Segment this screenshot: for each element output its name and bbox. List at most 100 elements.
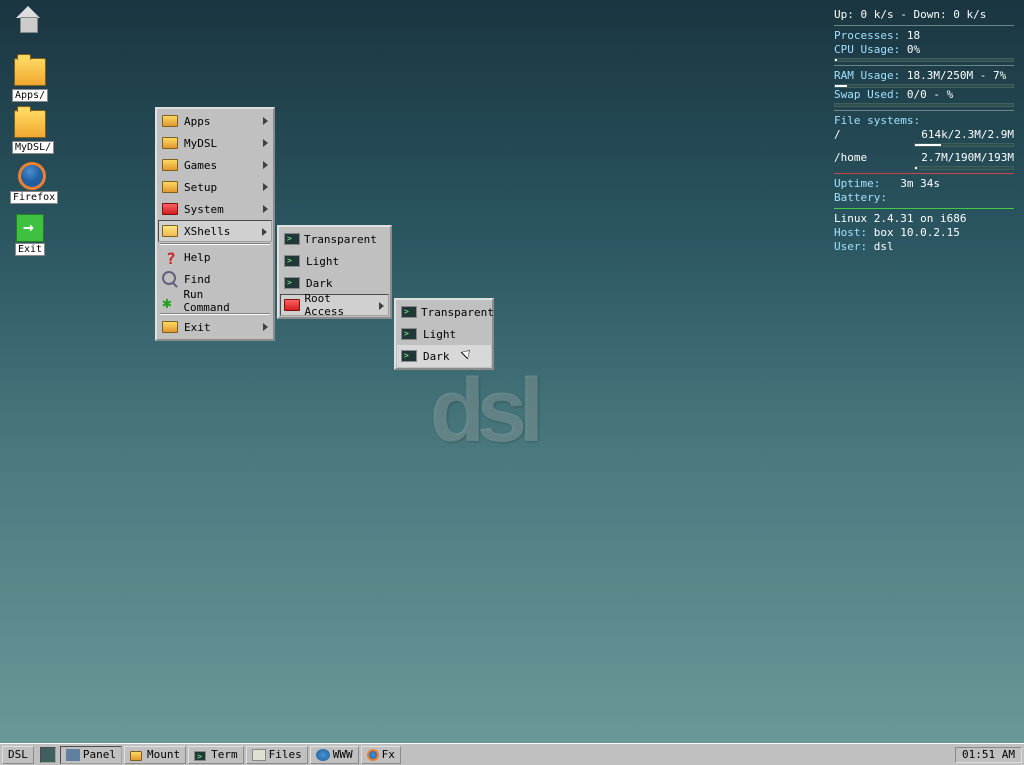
- terminal-icon: [284, 275, 302, 291]
- menu-label: Dark: [423, 350, 450, 363]
- menu-help[interactable]: ? Help: [158, 246, 272, 268]
- uptime-label: Uptime:: [834, 177, 880, 190]
- menu-label: Find: [184, 273, 211, 286]
- fs-label: File systems:: [834, 114, 1014, 128]
- terminal-icon: [401, 348, 419, 364]
- ram-label: RAM Usage:: [834, 69, 900, 82]
- swap-label: Swap Used:: [834, 88, 900, 101]
- terminal-icon: [401, 326, 419, 342]
- menu-run-command[interactable]: ✱Run Command: [158, 290, 272, 312]
- menu-label: Transparent: [304, 233, 377, 246]
- tb-label: WWW: [333, 748, 353, 761]
- processes-label: Processes:: [834, 29, 900, 42]
- question-icon: ?: [162, 249, 180, 265]
- tb-label: Term: [211, 748, 238, 761]
- host-label: Host:: [834, 226, 867, 239]
- tb-label: Mount: [147, 748, 180, 761]
- start-label: DSL: [8, 748, 28, 761]
- exit-desktop-icon[interactable]: Exit: [12, 214, 48, 256]
- home-desktop-icon[interactable]: [12, 6, 48, 34]
- mount-button[interactable]: Mount: [124, 746, 186, 764]
- fs-home-value: 2.7M/190M/193M: [914, 151, 1014, 165]
- start-button[interactable]: DSL: [2, 746, 34, 764]
- firefox-icon: [367, 749, 379, 761]
- magnifier-icon: [162, 271, 180, 287]
- xshells-submenu: Transparent Light Dark Root Access: [277, 225, 392, 319]
- menu-apps[interactable]: Apps: [158, 110, 272, 132]
- menu-label: Run Command: [183, 288, 254, 314]
- menu-label: Games: [184, 159, 217, 172]
- menu-separator: [160, 243, 270, 245]
- cpu-label: CPU Usage:: [834, 43, 900, 56]
- ram-value: 18.3M/250M - 7%: [907, 69, 1006, 82]
- exit-icon: [16, 214, 44, 242]
- pager-workspace[interactable]: [40, 747, 56, 763]
- tb-label: Fx: [382, 748, 395, 761]
- files-icon: [252, 749, 266, 761]
- menu-games[interactable]: Games: [158, 154, 272, 176]
- menu-label: Transparent: [421, 306, 494, 319]
- user-label: User:: [834, 240, 867, 253]
- battery-label: Battery:: [834, 191, 887, 204]
- tb-label: Panel: [83, 748, 116, 761]
- terminal-icon: [284, 253, 302, 269]
- term-button[interactable]: Term: [188, 746, 244, 764]
- terminal-icon: [284, 231, 300, 247]
- net-usage: Up: 0 k/s - Down: 0 k/s: [834, 8, 1014, 22]
- ram-bar: [834, 84, 1014, 88]
- menu-label: Exit: [184, 321, 211, 334]
- panel-button[interactable]: Panel: [60, 746, 122, 764]
- menu-label: Help: [184, 251, 211, 264]
- root-access-submenu: Transparent Light Dark: [394, 298, 494, 370]
- menu-label: MyDSL: [184, 137, 217, 150]
- taskbar-clock: 01:51 AM: [955, 747, 1022, 763]
- menu-xshells[interactable]: XShells: [158, 220, 272, 242]
- swap-bar: [834, 103, 1014, 107]
- icon-label: Firefox: [10, 191, 58, 204]
- menu-label: Light: [306, 255, 339, 268]
- folder-icon: [14, 58, 46, 86]
- menu-label: Apps: [184, 115, 211, 128]
- mount-icon: [130, 749, 144, 761]
- icon-label: Apps/: [12, 89, 48, 102]
- menu-mydsl[interactable]: MyDSL: [158, 132, 272, 154]
- icon-label: Exit: [15, 243, 45, 256]
- menu-system[interactable]: System: [158, 198, 272, 220]
- tb-label: Files: [269, 748, 302, 761]
- www-button[interactable]: WWW: [310, 746, 359, 764]
- menu-label: Setup: [184, 181, 217, 194]
- menu-root-light[interactable]: Light: [397, 323, 491, 345]
- house-icon: [12, 6, 44, 34]
- processes-value: 18: [907, 29, 920, 42]
- fs-home-mount: /home: [834, 151, 867, 170]
- fs-root-value: 614k/2.3M/2.9M: [914, 128, 1014, 142]
- menu-find[interactable]: Find: [158, 268, 272, 290]
- mydsl-desktop-icon[interactable]: MyDSL/: [12, 110, 48, 154]
- menu-root-transparent[interactable]: Transparent: [397, 301, 491, 323]
- fs-root-mount: /: [834, 128, 841, 147]
- menu-label: Light: [423, 328, 456, 341]
- kernel-info: Linux 2.4.31 on i686: [834, 212, 1014, 226]
- fs-root-bar: [914, 143, 1014, 147]
- firefox-icon: [18, 162, 46, 190]
- terminal-icon: [401, 304, 417, 320]
- apps-desktop-icon[interactable]: Apps/: [12, 58, 48, 102]
- menu-label: Root Access: [304, 292, 371, 318]
- icon-label: MyDSL/: [12, 141, 54, 154]
- menu-exit[interactable]: Exit: [158, 316, 272, 338]
- menu-dark[interactable]: Dark: [280, 272, 389, 294]
- menu-transparent[interactable]: Transparent: [280, 228, 389, 250]
- cpu-bar: [834, 58, 1014, 62]
- clock-value: 01:51 AM: [962, 748, 1015, 761]
- menu-setup[interactable]: Setup: [158, 176, 272, 198]
- menu-root-dark[interactable]: Dark: [397, 345, 491, 367]
- menu-label: System: [184, 203, 224, 216]
- firefox-desktop-icon[interactable]: Firefox: [10, 162, 54, 204]
- menu-light[interactable]: Light: [280, 250, 389, 272]
- run-icon: ✱: [162, 293, 179, 309]
- menu-root-access[interactable]: Root Access: [280, 294, 389, 316]
- files-button[interactable]: Files: [246, 746, 308, 764]
- user-value: dsl: [874, 240, 894, 253]
- fx-button[interactable]: Fx: [361, 746, 401, 764]
- fs-home-bar: [914, 166, 1014, 170]
